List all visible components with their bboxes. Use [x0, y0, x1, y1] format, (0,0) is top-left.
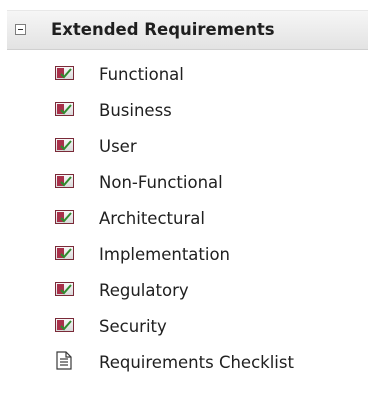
- toolbox-item-regulatory[interactable]: Regulatory: [0, 272, 372, 308]
- toolbox-item-label: Regulatory: [99, 281, 189, 300]
- requirement-checkbox-icon: [55, 66, 74, 80]
- toolbox-item-label: Requirements Checklist: [99, 353, 294, 372]
- requirement-checkbox-icon: [55, 246, 74, 260]
- toolbox-item-label: Business: [99, 101, 172, 120]
- requirement-checkbox-icon: [55, 282, 74, 296]
- toolbox-item-label: Implementation: [99, 245, 231, 264]
- toolbox-panel: Extended Requirements Functional Busines…: [0, 0, 372, 417]
- checklist-document-icon: [56, 351, 72, 370]
- requirement-checkbox-icon: [55, 210, 74, 224]
- group-title: Extended Requirements: [51, 20, 275, 39]
- toolbox-item-implementation[interactable]: Implementation: [0, 236, 372, 272]
- collapse-icon[interactable]: [15, 24, 26, 35]
- toolbox-item-non-functional[interactable]: Non-Functional: [0, 164, 372, 200]
- toolbox-item-security[interactable]: Security: [0, 308, 372, 344]
- requirement-checkbox-icon: [55, 138, 74, 152]
- toolbox-item-architectural[interactable]: Architectural: [0, 200, 372, 236]
- toolbox-item-functional[interactable]: Functional: [0, 56, 372, 92]
- requirement-checkbox-icon: [55, 318, 74, 332]
- toolbox-item-label: Security: [99, 317, 167, 336]
- requirement-checkbox-icon: [55, 102, 74, 116]
- toolbox-item-label: User: [99, 137, 137, 156]
- toolbox-item-requirements-checklist[interactable]: Requirements Checklist: [0, 344, 372, 380]
- group-header-extended-requirements[interactable]: Extended Requirements: [7, 10, 368, 50]
- toolbox-item-label: Non-Functional: [99, 173, 223, 192]
- toolbox-item-business[interactable]: Business: [0, 92, 372, 128]
- toolbox-item-label: Functional: [99, 65, 184, 84]
- toolbox-item-user[interactable]: User: [0, 128, 372, 164]
- toolbox-item-label: Architectural: [99, 209, 205, 228]
- requirement-checkbox-icon: [55, 174, 74, 188]
